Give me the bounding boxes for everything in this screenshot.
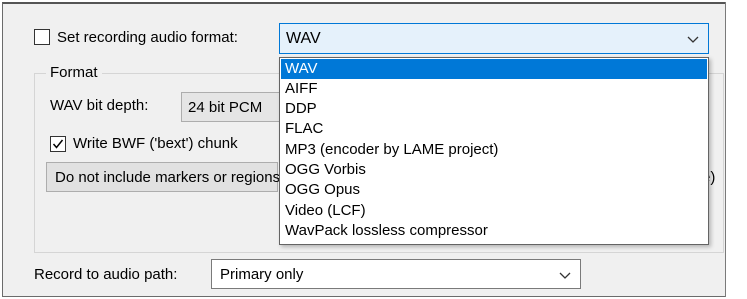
write-bwf-label: Write BWF ('bext') chunk (73, 135, 238, 152)
format-option-ogg-opus[interactable]: OGG Opus (281, 180, 707, 200)
format-group-title: Format (46, 64, 102, 81)
format-option-ddp[interactable]: DDP (281, 99, 707, 119)
bit-depth-combo[interactable]: 24 bit PCM (181, 92, 281, 122)
recording-format-combo[interactable]: WAV (279, 23, 709, 54)
format-option-video-lcf[interactable]: Video (LCF) (281, 201, 707, 221)
format-option-wav[interactable]: WAV (281, 59, 707, 79)
bit-depth-value: 24 bit PCM (188, 99, 263, 116)
chevron-down-icon (559, 272, 571, 279)
set-recording-format-checkbox[interactable] (34, 29, 50, 45)
audio-path-value: Primary only (220, 266, 304, 283)
format-option-mp3[interactable]: MP3 (encoder by LAME project) (281, 140, 707, 160)
audio-path-label: Record to audio path: (34, 266, 178, 283)
audio-path-combo[interactable]: Primary only (211, 259, 581, 289)
markers-value: Do not include markers or regions (55, 169, 279, 186)
recording-format-value: WAV (286, 30, 321, 47)
recording-format-dropdown-list: WAV AIFF DDP FLAC MP3 (encoder by LAME p… (279, 57, 709, 245)
markers-combo[interactable]: Do not include markers or regions (46, 162, 279, 192)
window-edge (725, 2, 747, 297)
bit-depth-label: WAV bit depth: (50, 97, 149, 114)
format-option-aiff[interactable]: AIFF (281, 79, 707, 99)
set-recording-format-label: Set recording audio format: (57, 29, 238, 46)
checkmark-icon (52, 139, 64, 149)
format-option-flac[interactable]: FLAC (281, 119, 707, 139)
format-option-wavpack[interactable]: WavPack lossless compressor (281, 221, 707, 241)
format-option-ogg-vorbis[interactable]: OGG Vorbis (281, 160, 707, 180)
write-bwf-checkbox[interactable] (50, 136, 66, 152)
chevron-down-icon (687, 36, 699, 43)
